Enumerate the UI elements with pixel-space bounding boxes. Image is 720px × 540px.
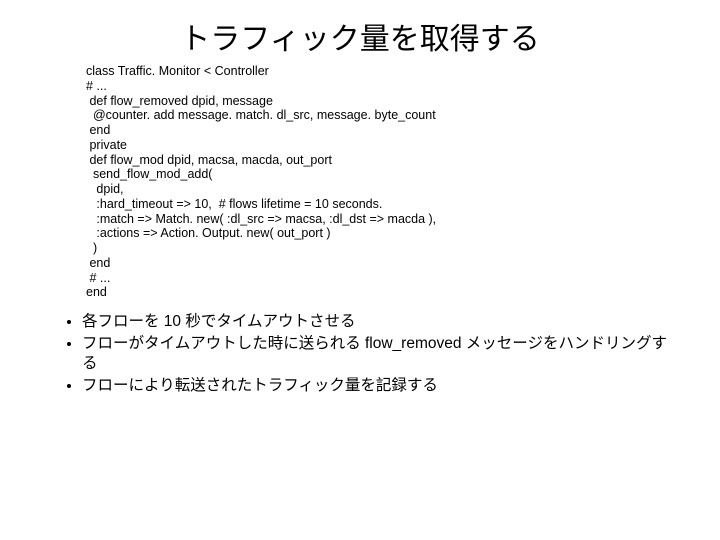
code-line: private <box>86 138 127 152</box>
code-block: class Traffic. Monitor < Controller # ..… <box>86 64 720 300</box>
slide-title: トラフィック量を取得する <box>0 0 720 62</box>
code-line: @counter. add message. match. dl_src, me… <box>86 108 436 122</box>
code-line: end <box>86 285 107 299</box>
slide: トラフィック量を取得する class Traffic. Monitor < Co… <box>0 0 720 540</box>
bullet-item: フローがタイムアウトした時に送られる flow_removed メッセージをハン… <box>82 334 680 374</box>
code-line: dpid, <box>86 182 124 196</box>
bullet-list: 各フローを 10 秒でタイムアウトさせる フローがタイムアウトした時に送られる … <box>62 312 680 397</box>
code-line: :match => Match. new( :dl_src => macsa, … <box>86 212 436 226</box>
code-line: :hard_timeout => 10, # flows lifetime = … <box>86 197 382 211</box>
code-line: class Traffic. Monitor < Controller <box>86 64 269 78</box>
code-line: :actions => Action. Output. new( out_por… <box>86 226 331 240</box>
code-line: end <box>86 256 110 270</box>
code-line: send_flow_mod_add( <box>86 167 212 181</box>
code-line: def flow_removed dpid, message <box>86 94 273 108</box>
code-line: # ... <box>86 79 107 93</box>
code-line: # ... <box>86 271 110 285</box>
code-line: end <box>86 123 110 137</box>
code-line: def flow_mod dpid, macsa, macda, out_por… <box>86 153 332 167</box>
bullet-item: フローにより転送されたトラフィック量を記録する <box>82 376 680 396</box>
code-line: ) <box>86 241 97 255</box>
bullet-item: 各フローを 10 秒でタイムアウトさせる <box>82 312 680 332</box>
